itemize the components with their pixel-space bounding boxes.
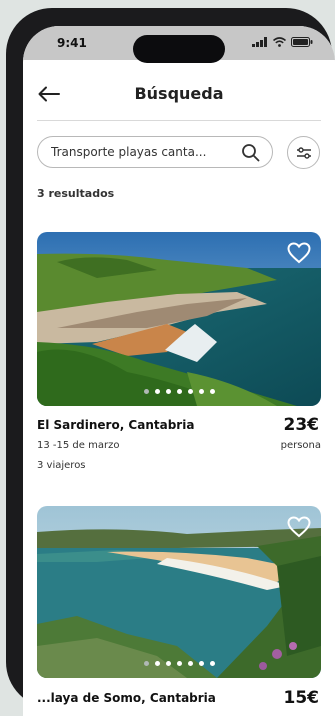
pagination-dot[interactable] — [187, 661, 193, 666]
pagination-dot[interactable] — [176, 661, 182, 666]
result-card-image[interactable] — [37, 506, 321, 678]
pagination-dot[interactable] — [187, 389, 193, 394]
dynamic-island — [133, 35, 225, 63]
favorite-heart-icon[interactable] — [287, 242, 311, 264]
search-field[interactable]: Transporte playas canta... — [37, 136, 273, 168]
status-time: 9:41 — [57, 36, 87, 50]
app-screen: 9:41 Búsqueda Transporte playas canta...… — [23, 26, 335, 716]
header-divider — [37, 120, 321, 121]
pagination-dot[interactable] — [154, 661, 160, 666]
favorite-heart-icon[interactable] — [287, 516, 311, 538]
sliders-icon — [296, 146, 311, 159]
result-card-price: 23€ — [283, 415, 320, 435]
result-card-title[interactable]: ...laya de Somo, Cantabria — [37, 691, 216, 705]
pagination-dot[interactable] — [198, 661, 204, 666]
image-pagination-dots — [37, 389, 321, 394]
pagination-dot[interactable] — [209, 389, 215, 394]
page-header: Búsqueda — [23, 74, 335, 114]
pagination-dot[interactable] — [209, 661, 215, 666]
result-card-title[interactable]: El Sardinero, Cantabria — [37, 418, 194, 432]
status-bar: 9:41 — [23, 26, 335, 63]
result-card-image[interactable] — [37, 232, 321, 406]
beach-photo — [37, 506, 321, 678]
page-title: Búsqueda — [134, 84, 224, 103]
pagination-dot[interactable] — [143, 389, 149, 394]
image-pagination-dots — [37, 661, 321, 666]
result-card-guests: 3 viajeros — [37, 460, 86, 471]
result-card-dates: 13 -15 de marzo — [37, 440, 120, 451]
pagination-dot[interactable] — [154, 389, 160, 394]
pagination-dot[interactable] — [143, 661, 149, 666]
wifi-icon — [273, 37, 286, 47]
phone-frame: 9:41 Búsqueda Transporte playas canta...… — [6, 8, 335, 716]
result-card-price: 15€ — [283, 688, 320, 708]
signal-icon — [252, 37, 267, 47]
status-icons — [252, 37, 313, 47]
results-count: 3 resultados — [37, 187, 115, 200]
pagination-dot[interactable] — [198, 389, 204, 394]
search-input[interactable]: Transporte playas canta... — [51, 145, 233, 159]
beach-photo — [37, 232, 321, 406]
result-card-price-unit: persona — [280, 440, 321, 451]
search-icon[interactable] — [241, 143, 260, 162]
pagination-dot[interactable] — [165, 389, 171, 394]
pagination-dot[interactable] — [176, 389, 182, 394]
filter-button[interactable] — [287, 136, 320, 169]
battery-icon — [291, 37, 313, 47]
pagination-dot[interactable] — [165, 661, 171, 666]
